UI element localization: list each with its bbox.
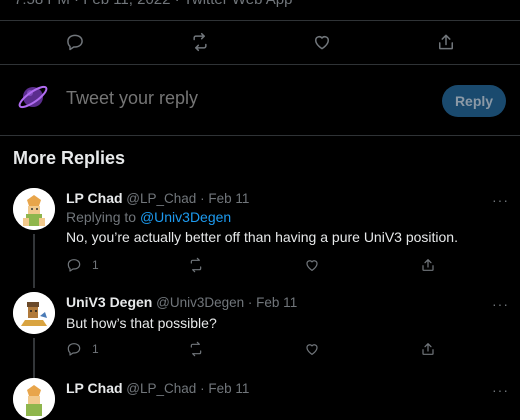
more-icon[interactable]: ··· <box>492 296 509 312</box>
tweet-actions: 1 <box>66 341 446 363</box>
reply-button[interactable]: Reply <box>442 85 506 117</box>
thread-line <box>33 338 35 378</box>
comment-icon <box>67 343 81 356</box>
tweet-text: No, you’re actually better off than havi… <box>66 229 458 245</box>
reply-action[interactable]: 1 <box>66 341 99 357</box>
reply-input[interactable] <box>66 88 406 109</box>
more-icon[interactable]: ··· <box>492 192 509 208</box>
retweet-icon <box>190 341 202 357</box>
divider <box>0 135 520 136</box>
avatar[interactable] <box>13 378 55 420</box>
like-icon <box>306 344 318 355</box>
display-name[interactable]: UniV3 Degen <box>66 294 152 310</box>
tweet-timestamp: 7:58 PM · Feb 11, 2022 · Twitter Web App <box>14 0 292 8</box>
share-icon <box>422 343 434 355</box>
main-tweet-actions <box>0 22 520 62</box>
reply-action[interactable]: 1 <box>66 257 99 273</box>
share-action[interactable] <box>420 257 436 273</box>
like-icon[interactable] <box>311 31 333 53</box>
tweet-text: But how’s that possible? <box>66 315 217 331</box>
tweet-header: LP Chad @LP_Chad · Feb 11 <box>66 380 249 396</box>
like-action[interactable] <box>304 257 320 273</box>
tweet-header: LP Chad @LP_Chad · Feb 11 <box>66 190 249 206</box>
avatar[interactable] <box>13 292 55 334</box>
avatar[interactable] <box>13 188 55 230</box>
retweet-icon[interactable] <box>189 31 211 53</box>
separator: · <box>200 381 205 396</box>
handle[interactable]: @LP_Chad <box>126 381 196 396</box>
reply-count: 1 <box>92 342 99 356</box>
mention-link[interactable]: @Univ3Degen <box>140 209 231 225</box>
share-icon[interactable] <box>435 31 457 53</box>
handle[interactable]: @LP_Chad <box>126 191 196 206</box>
share-action[interactable] <box>420 341 436 357</box>
more-icon[interactable]: ··· <box>492 382 509 398</box>
display-name[interactable]: LP Chad <box>66 190 123 206</box>
comment-icon <box>67 259 81 272</box>
thread-line <box>33 234 35 288</box>
tweet-header: UniV3 Degen @Univ3Degen · Feb 11 <box>66 294 297 310</box>
share-icon <box>422 259 434 271</box>
planet-avatar <box>16 80 50 114</box>
reply-icon[interactable] <box>64 31 86 53</box>
divider <box>0 20 520 21</box>
handle[interactable]: @Univ3Degen <box>156 295 244 310</box>
like-icon <box>306 260 318 271</box>
tweet-actions: 1 <box>66 257 446 279</box>
retweet-icon <box>190 257 202 273</box>
section-title: More Replies <box>13 148 126 168</box>
display-name[interactable]: LP Chad <box>66 380 123 396</box>
reply-composer: Reply <box>0 66 520 134</box>
reply-count: 1 <box>92 258 99 272</box>
separator: · <box>200 191 205 206</box>
divider <box>0 64 520 65</box>
replying-to: Replying to @Univ3Degen <box>66 209 231 225</box>
retweet-action[interactable] <box>188 257 204 273</box>
tweet-date[interactable]: Feb 11 <box>208 191 249 206</box>
tweet-date[interactable]: Feb 11 <box>256 295 297 310</box>
like-action[interactable] <box>304 341 320 357</box>
separator: · <box>247 295 253 310</box>
tweet-date[interactable]: Feb 11 <box>208 381 249 396</box>
retweet-action[interactable] <box>188 341 204 357</box>
replying-label: Replying to <box>66 209 137 225</box>
